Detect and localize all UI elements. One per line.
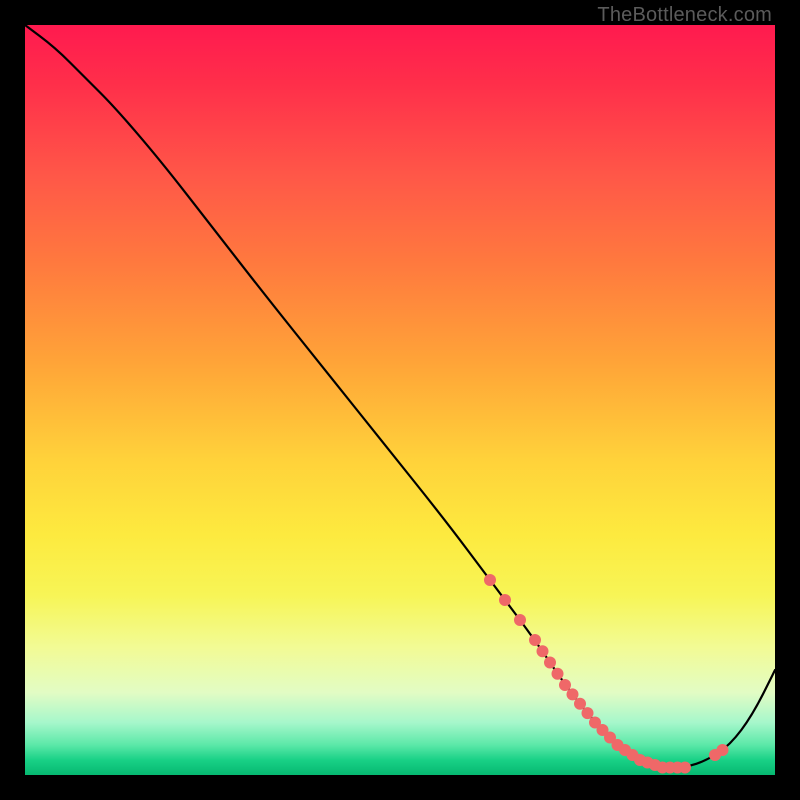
curve-svg — [25, 25, 775, 775]
marker-dot — [552, 668, 564, 680]
marker-dot — [514, 614, 526, 626]
marker-dot — [574, 698, 586, 710]
marker-dot — [484, 574, 496, 586]
marker-dot — [567, 688, 579, 700]
watermark-text: TheBottleneck.com — [597, 4, 772, 27]
marker-dot — [537, 645, 549, 657]
marker-dot — [529, 634, 541, 646]
marker-dot — [559, 679, 571, 691]
bottleneck-curve — [25, 25, 775, 768]
marker-dot — [499, 594, 511, 606]
plot-area — [25, 25, 775, 775]
chart-frame: TheBottleneck.com — [0, 0, 800, 800]
bottom-markers — [484, 574, 729, 774]
marker-dot — [582, 707, 594, 719]
marker-dot — [544, 657, 556, 669]
marker-dot — [717, 744, 729, 756]
marker-dot — [679, 762, 691, 774]
